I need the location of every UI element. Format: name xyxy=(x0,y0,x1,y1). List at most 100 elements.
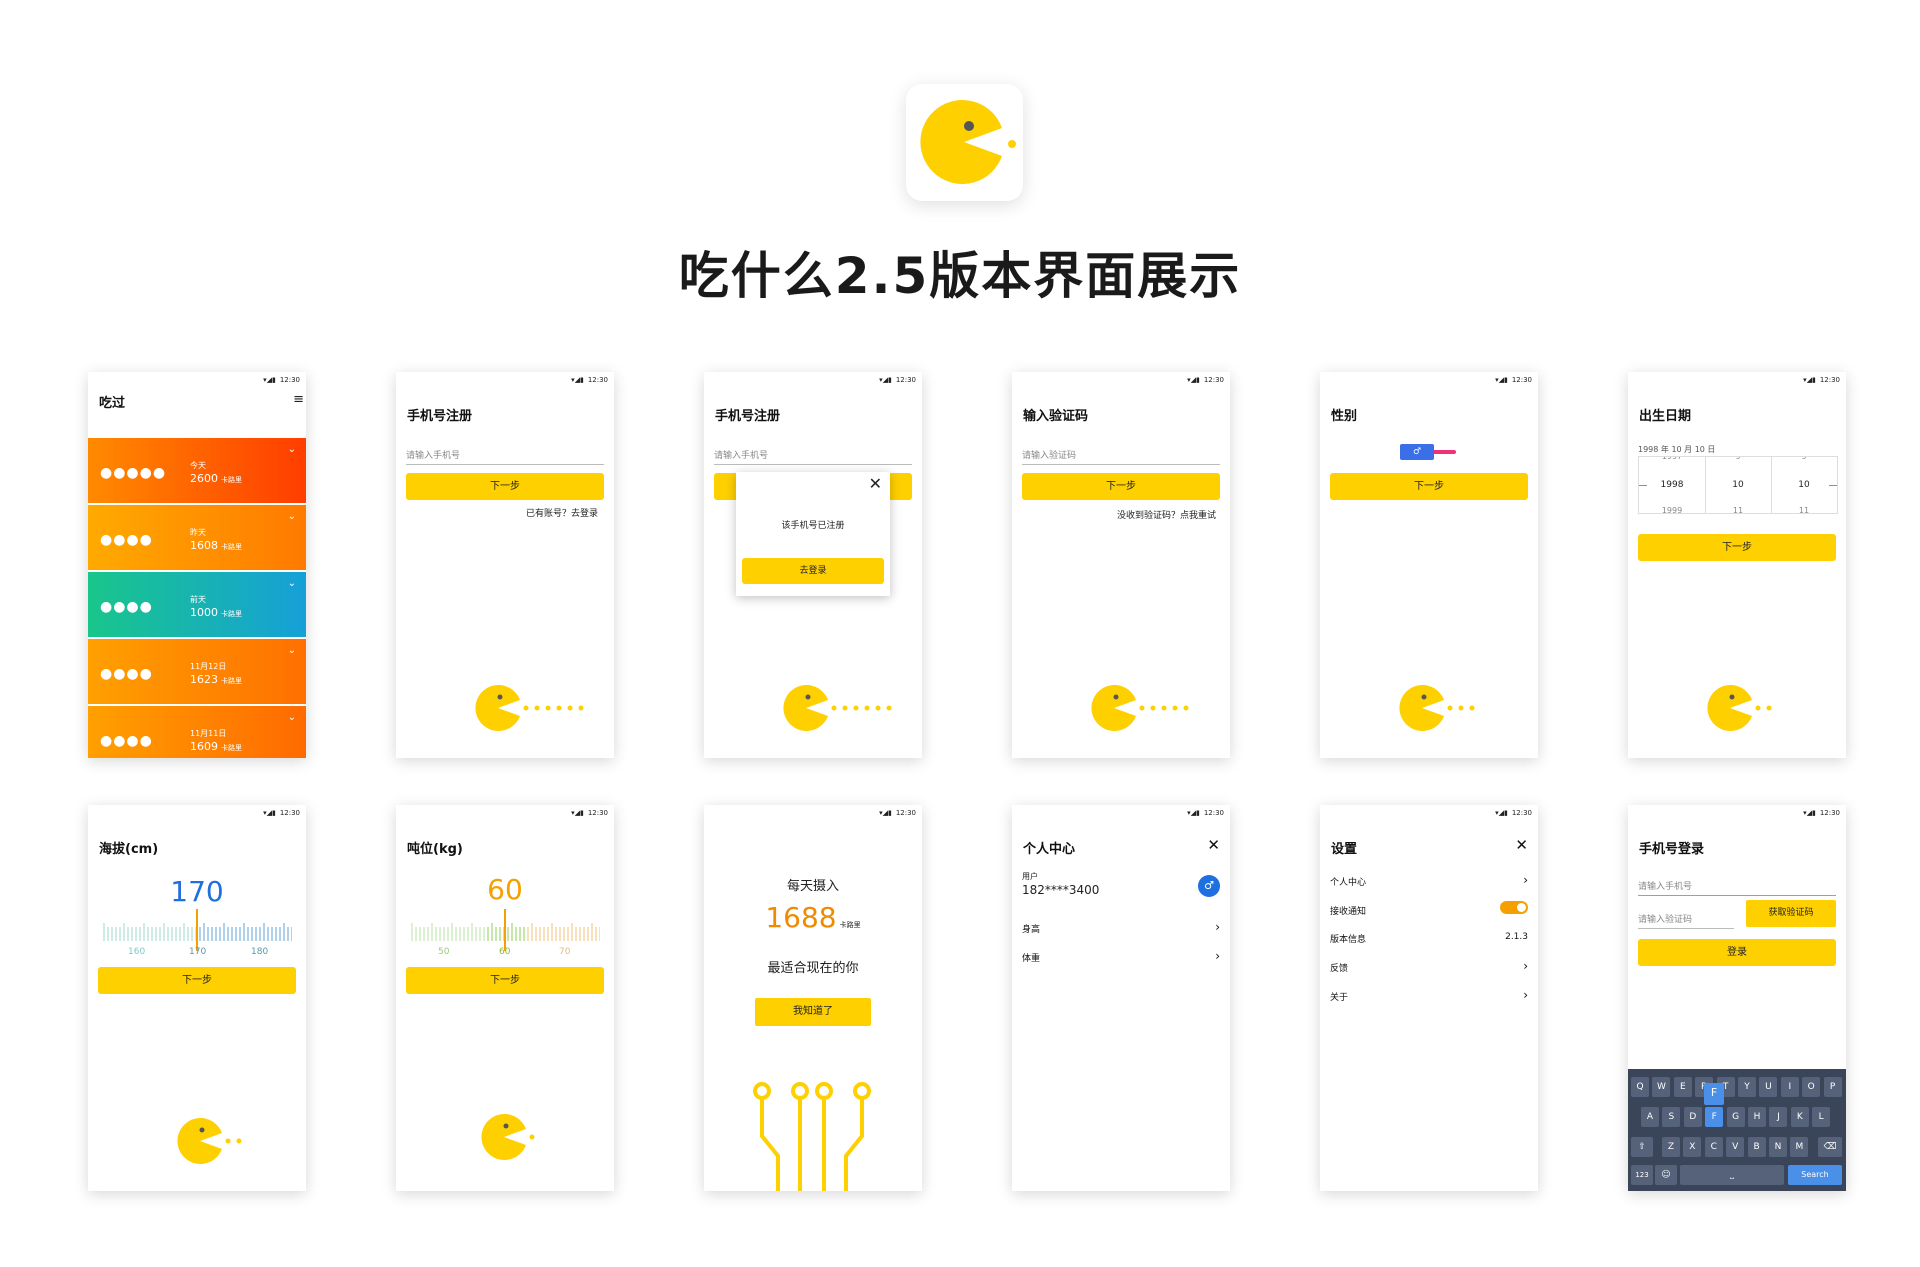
pacman-logo-icon xyxy=(920,100,1016,184)
screen-verify: ▾◢▮ 12:30 输入验证码 请输入验证码 下一步 没收到验证码？点我重试 xyxy=(1012,372,1230,758)
signal-icon: ▾◢▮ xyxy=(1803,809,1816,817)
phone-input[interactable]: 请输入手机号 xyxy=(406,448,604,465)
signal-icon: ▾◢▮ xyxy=(1187,809,1200,817)
day-card[interactable]: ●●●● 11月12日 1623 卡路里 ⌄ xyxy=(88,639,306,704)
gender-switch[interactable]: ♂ xyxy=(1400,444,1456,460)
close-icon[interactable]: ✕ xyxy=(869,474,882,493)
code-input[interactable]: 请输入验证码 xyxy=(1022,448,1220,465)
key-v[interactable]: V xyxy=(1726,1137,1745,1157)
phone-input[interactable]: 请输入手机号 xyxy=(1638,879,1836,896)
key-i[interactable]: I xyxy=(1780,1077,1799,1097)
chevron-down-icon[interactable]: ⌄ xyxy=(288,578,296,589)
key-m[interactable]: M xyxy=(1790,1137,1809,1157)
day-card[interactable]: ●●●●● 今天 2600 卡路里 ⌄ xyxy=(88,438,306,503)
menu-icon[interactable]: ≡ xyxy=(293,392,304,407)
notify-toggle[interactable] xyxy=(1500,901,1528,914)
screen-register: ▾◢▮ 12:30 手机号注册 请输入手机号 下一步 已有账号？去登录 xyxy=(396,372,614,758)
status-bar: ▾◢▮ 12:30 xyxy=(704,372,922,388)
key-g[interactable]: G xyxy=(1726,1107,1745,1127)
numbers-key[interactable]: 123 xyxy=(1631,1165,1653,1185)
signal-icon: ▾◢▮ xyxy=(879,809,892,817)
key-h[interactable]: H xyxy=(1748,1107,1766,1127)
date-picker[interactable]: 1997 1998 1999 9 10 11 9 10 11 xyxy=(1638,456,1838,514)
key-d[interactable]: D xyxy=(1683,1107,1702,1127)
day-card[interactable]: ●●●● 前天 1000 卡路里 ⌄ xyxy=(88,572,306,637)
next-button[interactable]: 下一步 xyxy=(406,967,604,994)
got-it-button[interactable]: 我知道了 xyxy=(755,998,871,1026)
ruler-pointer xyxy=(504,909,506,951)
settings-item-about[interactable]: 关于 › xyxy=(1330,988,1528,1003)
chevron-down-icon[interactable]: ⌄ xyxy=(288,712,296,723)
profile-item-height[interactable]: 身高 › xyxy=(1022,920,1220,935)
shift-key-icon[interactable]: ⇧ xyxy=(1631,1137,1653,1157)
next-button[interactable]: 下一步 xyxy=(1638,534,1836,561)
key-b[interactable]: B xyxy=(1747,1137,1766,1157)
pacman-decoration-icon xyxy=(1707,685,1772,731)
year-wheel[interactable]: 1998 xyxy=(1639,480,1705,490)
key-q[interactable]: Q xyxy=(1631,1077,1649,1097)
login-link[interactable]: 已有账号？去登录 xyxy=(526,506,598,519)
close-icon[interactable]: ✕ xyxy=(1515,836,1528,854)
status-bar: ▾◢▮ 12:30 xyxy=(396,805,614,821)
phone-input[interactable]: 请输入手机号 xyxy=(714,448,912,465)
version-value: 2.1.3 xyxy=(1505,932,1528,942)
male-avatar-icon[interactable]: ♂ xyxy=(1198,875,1220,897)
key-s[interactable]: S xyxy=(1662,1107,1681,1127)
key-w[interactable]: W xyxy=(1652,1077,1671,1097)
key-k[interactable]: K xyxy=(1790,1107,1809,1127)
key-a[interactable]: A xyxy=(1641,1107,1659,1127)
get-code-button[interactable]: 获取验证码 xyxy=(1746,900,1836,927)
key-u[interactable]: U xyxy=(1759,1077,1778,1097)
resend-link[interactable]: 没收到验证码？点我重试 xyxy=(1117,508,1216,521)
close-icon[interactable]: ✕ xyxy=(1207,836,1220,854)
food-icons: ●●●● xyxy=(100,599,153,615)
day-wheel[interactable]: 10 xyxy=(1771,480,1837,490)
settings-item-notify[interactable]: 接收通知 xyxy=(1330,901,1528,917)
key-o[interactable]: O xyxy=(1802,1077,1821,1097)
chevron-down-icon[interactable]: ⌄ xyxy=(288,645,296,656)
key-e[interactable]: E xyxy=(1673,1077,1692,1097)
next-button[interactable]: 下一步 xyxy=(1330,473,1528,500)
food-icons: ●●●● xyxy=(100,532,153,548)
key-x[interactable]: X xyxy=(1683,1137,1702,1157)
key-y[interactable]: Y xyxy=(1738,1077,1756,1097)
keyboard: QWERTYUIOPASDFGHJKL⇧ZXCVBNM⌫123☺⎵SearchF xyxy=(1628,1069,1846,1191)
backspace-key-icon[interactable]: ⌫ xyxy=(1818,1137,1842,1157)
intake-subtitle: 最适合现在的你 xyxy=(767,961,859,976)
chevron-right-icon: › xyxy=(1523,959,1528,973)
key-j[interactable]: J xyxy=(1769,1107,1788,1127)
pacman-decoration-icon xyxy=(475,685,584,731)
circuit-decoration-icon xyxy=(753,1082,871,1191)
key-c[interactable]: C xyxy=(1704,1137,1723,1157)
chevron-down-icon[interactable]: ⌄ xyxy=(288,444,296,455)
day-card[interactable]: ●●●● 11月11日 1609 卡路里 ⌄ xyxy=(88,706,306,758)
key-z[interactable]: Z xyxy=(1662,1137,1680,1157)
login-button[interactable]: 登录 xyxy=(1638,939,1836,966)
month-wheel[interactable]: 10 xyxy=(1705,480,1771,490)
search-key[interactable]: Search xyxy=(1788,1165,1842,1185)
key-l[interactable]: L xyxy=(1812,1107,1831,1127)
next-button[interactable]: 下一步 xyxy=(406,473,604,500)
key-f[interactable]: F xyxy=(1705,1107,1724,1127)
screen-daily-intake: ▾◢▮ 12:30 每天摄入 1688 卡路里 最适合现在的你 我知道了 xyxy=(704,805,922,1191)
next-button[interactable]: 下一步 xyxy=(98,967,296,994)
key-n[interactable]: N xyxy=(1769,1137,1787,1157)
go-login-button[interactable]: 去登录 xyxy=(742,558,884,584)
profile-item-weight[interactable]: 体重 › xyxy=(1022,949,1220,964)
status-bar: ▾◢▮ 12:30 xyxy=(88,805,306,821)
space-key[interactable]: ⎵ xyxy=(1680,1165,1784,1185)
user-label: 用户 xyxy=(1022,872,1038,881)
next-button[interactable]: 下一步 xyxy=(1022,473,1220,500)
code-input[interactable]: 请输入验证码 xyxy=(1638,912,1734,929)
signal-icon: ▾◢▮ xyxy=(1495,376,1508,384)
settings-item-feedback[interactable]: 反馈 › xyxy=(1330,959,1528,974)
status-bar: ▾◢▮ 12:30 xyxy=(1628,805,1846,821)
settings-item-profile[interactable]: 个人中心 › xyxy=(1330,873,1528,888)
emoji-key-icon[interactable]: ☺ xyxy=(1655,1165,1677,1185)
user-phone: 182****3400 xyxy=(1022,883,1100,897)
chevron-down-icon[interactable]: ⌄ xyxy=(288,511,296,522)
day-card[interactable]: ●●●● 昨天 1608 卡路里 ⌄ xyxy=(88,505,306,570)
male-knob[interactable]: ♂ xyxy=(1400,444,1434,460)
key-p[interactable]: P xyxy=(1823,1077,1842,1097)
screen-weight: ▾◢▮ 12:30 吨位(kg) 60 50 60 70 下一步 xyxy=(396,805,614,1191)
